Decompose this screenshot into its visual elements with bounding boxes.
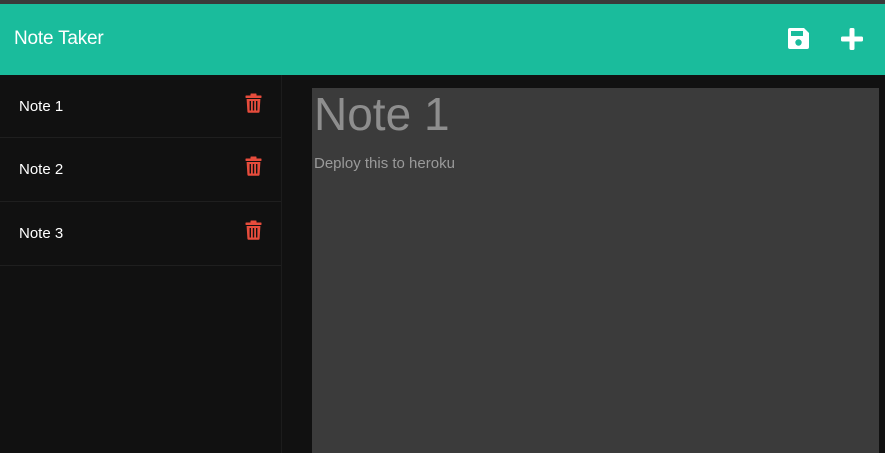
delete-note-icon[interactable] [245,93,262,113]
note-taker-app: Note Taker Note 1 Note 2 Note 3 Note 1 D… [0,0,885,453]
save-note-icon[interactable] [787,27,810,50]
notes-sidebar: Note 1 Note 2 Note 3 [0,75,282,453]
note-title: Note 2 [19,161,64,178]
note-title: Note 1 [19,98,64,115]
app-title[interactable]: Note Taker [14,28,104,50]
note-body-textarea[interactable]: Deploy this to heroku [314,155,874,173]
note-list-item[interactable]: Note 1 [0,75,281,138]
note-title-input[interactable]: Note 1 [314,88,874,140]
note-editor[interactable]: Note 1 Deploy this to heroku [312,88,879,453]
new-note-icon[interactable] [840,27,864,51]
note-list-item[interactable]: Note 2 [0,138,281,202]
delete-note-icon[interactable] [245,220,262,240]
navbar: Note Taker [0,4,885,75]
note-title: Note 3 [19,225,64,242]
delete-note-icon[interactable] [245,156,262,176]
note-list-item[interactable]: Note 3 [0,202,281,266]
